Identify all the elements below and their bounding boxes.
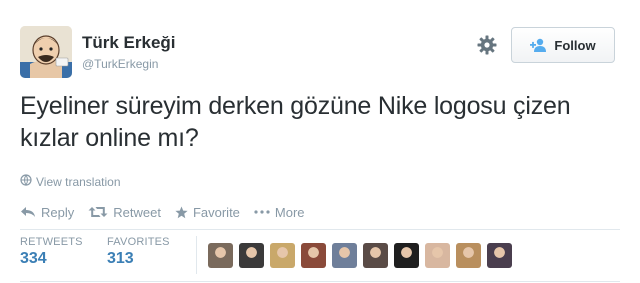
favoriter-avatar[interactable] bbox=[487, 243, 512, 268]
more-button[interactable]: More bbox=[254, 205, 305, 220]
reply-label: Reply bbox=[41, 204, 75, 220]
reply-button[interactable]: Reply bbox=[20, 205, 74, 220]
favoriter-avatar[interactable] bbox=[208, 243, 233, 268]
tweet-card: Türk Erkeği @TurkErkegin Follow Eyeliner… bbox=[0, 0, 640, 283]
gear-icon[interactable] bbox=[476, 34, 498, 56]
stats-divider bbox=[196, 236, 197, 274]
favoriter-avatar[interactable] bbox=[332, 243, 357, 268]
favoriter-avatar[interactable] bbox=[456, 243, 481, 268]
avatar[interactable] bbox=[20, 26, 72, 78]
bottom-divider bbox=[20, 281, 620, 282]
favorite-label: Favorite bbox=[192, 204, 240, 220]
more-dots-icon bbox=[254, 210, 270, 214]
favoriters-list bbox=[208, 243, 512, 268]
follow-label: Follow bbox=[554, 37, 596, 53]
reply-icon bbox=[20, 206, 36, 218]
favoriter-avatar[interactable] bbox=[394, 243, 419, 268]
favorites-label: FAVORITES bbox=[107, 236, 170, 248]
tweet-actions: Reply Retweet Favorite More bbox=[20, 202, 305, 222]
favorites-count: 313 bbox=[107, 250, 134, 267]
favoriter-avatar[interactable] bbox=[301, 243, 326, 268]
retweet-button[interactable]: Retweet bbox=[88, 205, 161, 220]
tweet-text: Eyeliner süreyim derken gözüne Nike logo… bbox=[20, 92, 571, 152]
username[interactable]: @TurkErkegin bbox=[82, 57, 158, 71]
star-icon bbox=[175, 206, 188, 219]
add-user-icon bbox=[530, 38, 548, 52]
favoriter-avatar[interactable] bbox=[270, 243, 295, 268]
retweets-label: RETWEETS bbox=[20, 236, 83, 248]
view-translation-link[interactable]: View translation bbox=[20, 174, 121, 189]
favorites-stat[interactable]: FAVORITES 313 bbox=[107, 236, 170, 268]
retweet-label: Retweet bbox=[113, 204, 161, 220]
retweets-count: 334 bbox=[20, 250, 47, 267]
favoriter-avatar[interactable] bbox=[239, 243, 264, 268]
favorite-button[interactable]: Favorite bbox=[175, 205, 240, 220]
view-translation-label: View translation bbox=[36, 174, 121, 189]
retweets-stat[interactable]: RETWEETS 334 bbox=[20, 236, 83, 268]
favoriter-avatar[interactable] bbox=[363, 243, 388, 268]
follow-button[interactable]: Follow bbox=[511, 27, 615, 63]
retweet-icon bbox=[88, 206, 108, 218]
display-name[interactable]: Türk Erkeği bbox=[82, 33, 176, 53]
more-label: More bbox=[274, 204, 305, 220]
divider bbox=[20, 229, 620, 230]
favoriter-avatar[interactable] bbox=[425, 243, 450, 268]
globe-icon bbox=[20, 174, 32, 189]
